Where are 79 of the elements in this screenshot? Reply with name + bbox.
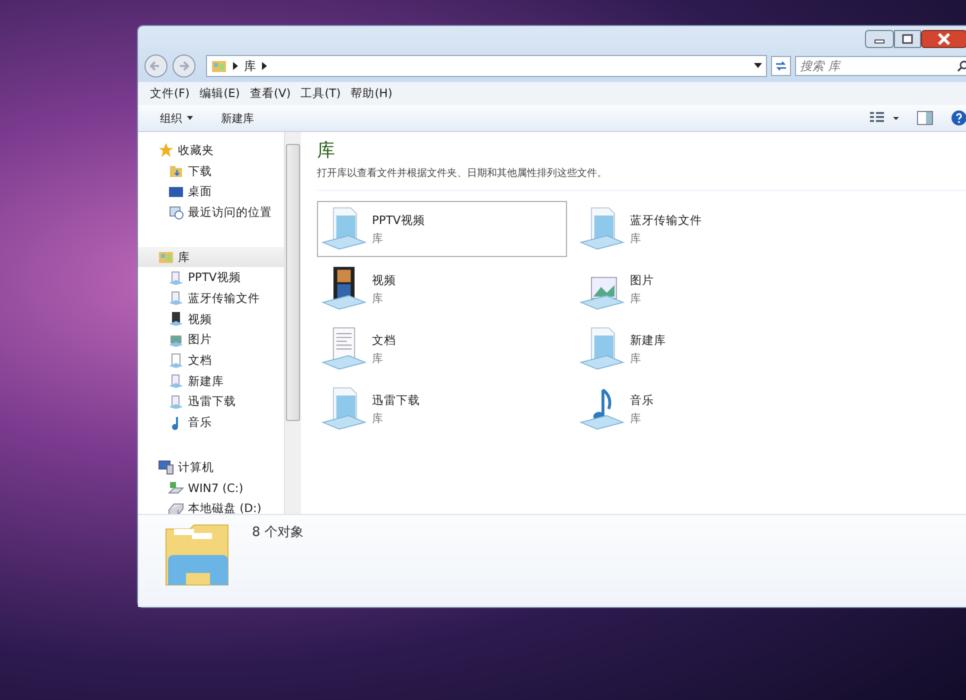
library-type: 库 xyxy=(630,231,642,246)
menu-item[interactable]: 工具(T) xyxy=(300,86,341,101)
library-icon xyxy=(211,58,227,74)
item-count: 8 个对象 xyxy=(252,524,304,542)
search-icon xyxy=(957,60,966,72)
nav-item[interactable]: PPTV视频 xyxy=(138,267,284,288)
library-item[interactable]: 新建库 库 xyxy=(575,321,825,377)
close-button[interactable] xyxy=(921,30,966,48)
dropdown-arrow-icon[interactable] xyxy=(754,63,762,69)
folder-icon xyxy=(168,163,184,180)
nav-item[interactable]: 蓝牙传输文件 xyxy=(138,288,284,309)
menu-item[interactable]: 帮助(H) xyxy=(350,86,392,101)
video-library-icon xyxy=(168,311,184,328)
library-icon xyxy=(158,249,174,266)
library-name: PPTV视频 xyxy=(372,213,425,228)
breadcrumb-arrow-icon[interactable] xyxy=(262,62,267,70)
description-text: 打开库以查看文件并根据文件夹、日期和其他属性排列这些文件。 xyxy=(317,166,966,191)
library-item[interactable]: 视频 库 xyxy=(317,261,567,317)
library-name: 文档 xyxy=(372,333,396,348)
library-item[interactable]: 文档 库 xyxy=(317,321,567,377)
library-name: 迅雷下载 xyxy=(372,393,420,408)
library-type: 库 xyxy=(630,291,642,306)
library-icon xyxy=(168,270,184,286)
organize-button[interactable]: 组织 xyxy=(160,110,193,126)
library-icon xyxy=(320,264,368,312)
nav-item[interactable]: 文档 xyxy=(138,350,284,371)
library-item[interactable]: 图片 库 xyxy=(575,261,825,317)
nav-item[interactable]: 下载 xyxy=(138,160,284,182)
library-name: 蓝牙传输文件 xyxy=(630,213,702,228)
recent-places-icon xyxy=(168,204,184,220)
scrollbar[interactable] xyxy=(284,132,301,514)
search-field[interactable]: 搜索 库 xyxy=(795,56,966,76)
nav-item[interactable]: 迅雷下载 xyxy=(138,392,284,412)
breadcrumb-arrow-icon[interactable] xyxy=(233,62,238,70)
library-icon xyxy=(168,394,184,410)
library-icon xyxy=(168,290,184,306)
caret-icon xyxy=(187,116,193,120)
library-type: 库 xyxy=(372,351,384,366)
library-name: 新建库 xyxy=(630,333,666,348)
nav-group-item[interactable]: 库 xyxy=(138,246,284,268)
breadcrumb-item[interactable]: 库 xyxy=(244,58,256,74)
minimize-button[interactable] xyxy=(865,30,894,48)
library-icon xyxy=(168,373,184,390)
nav-item[interactable]: WIN7 (C:) xyxy=(138,478,284,498)
menu-item[interactable]: 查看(V) xyxy=(250,86,291,101)
maximize-button[interactable] xyxy=(894,30,921,48)
drive-icon xyxy=(168,480,184,496)
star-icon xyxy=(158,142,174,158)
library-item[interactable]: 音乐 库 xyxy=(575,381,825,437)
page-title: 库 xyxy=(317,139,336,162)
library-item[interactable]: PPTV视频 库 xyxy=(317,201,567,257)
nav-group-item[interactable]: 计算机 xyxy=(138,456,284,478)
preview-pane-icon[interactable] xyxy=(917,111,933,125)
new-library-button[interactable]: 新建库 xyxy=(221,110,254,126)
library-type: 库 xyxy=(630,351,642,366)
library-item[interactable]: 蓝牙传输文件 库 xyxy=(575,201,825,257)
library-item[interactable]: 迅雷下载 库 xyxy=(317,381,567,437)
nav-group-item[interactable]: 收藏夹 xyxy=(138,140,284,161)
nav-item[interactable]: 最近访问的位置 xyxy=(138,202,284,223)
menu-item[interactable]: 文件(F) xyxy=(150,86,190,101)
help-icon[interactable] xyxy=(951,110,966,126)
library-name: 图片 xyxy=(630,273,654,288)
library-type: 库 xyxy=(372,291,384,306)
library-type: 库 xyxy=(372,231,384,246)
computer-icon xyxy=(158,459,174,476)
nav-item[interactable]: 图片 xyxy=(138,330,284,350)
nav-item[interactable]: 视频 xyxy=(138,308,284,330)
nav-item[interactable]: 音乐 xyxy=(138,412,284,433)
view-options-icon[interactable] xyxy=(869,111,899,125)
documents-library-icon xyxy=(168,352,184,369)
nav-item[interactable]: 桌面 xyxy=(138,181,284,202)
nav-item[interactable]: 新建库 xyxy=(138,370,284,392)
menu-item[interactable]: 编辑(E) xyxy=(200,86,240,101)
refresh-button[interactable] xyxy=(771,56,791,76)
library-name: 音乐 xyxy=(630,393,654,408)
library-type: 库 xyxy=(372,411,384,426)
library-type: 库 xyxy=(630,411,642,426)
address-bar[interactable]: 库 xyxy=(206,55,767,77)
library-name: 视频 xyxy=(372,273,396,288)
